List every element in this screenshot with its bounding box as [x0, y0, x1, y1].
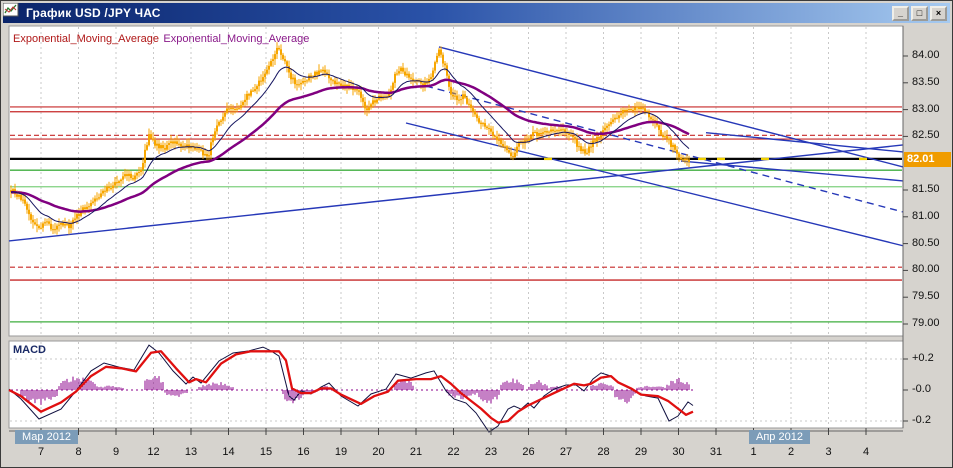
chart-app-icon — [3, 3, 22, 20]
x-axis-label: 2 — [787, 446, 795, 458]
x-axis-label: 27 — [559, 446, 573, 458]
x-axis-label: 15 — [259, 446, 273, 458]
x-axis-label: 29 — [634, 446, 648, 458]
x-axis-label: 9 — [112, 446, 120, 458]
x-axis-label: 20 — [372, 446, 385, 458]
main-chart-panel[interactable] — [8, 25, 904, 337]
chart-canvas[interactable] — [1, 1, 953, 468]
x-axis-label: 14 — [222, 446, 235, 458]
title-bar[interactable]: График USD /JPY ЧАС _ □ × — [3, 3, 950, 23]
y-axis-label: 80.00 — [912, 263, 940, 276]
chart-window: График USD /JPY ЧАС _ □ × Exponential_Mo… — [0, 0, 953, 468]
macd-axis-label: -0.0 — [912, 383, 931, 395]
y-axis-label: 79.00 — [912, 317, 940, 329]
x-axis-label: 3 — [825, 446, 832, 458]
macd-axis-label: +0.2 — [912, 352, 934, 364]
macd-axis-label: -0.2 — [912, 414, 931, 426]
x-axis-label: 26 — [522, 446, 535, 458]
current-price-badge: 82.01 — [904, 152, 951, 167]
maximize-button[interactable]: □ — [911, 5, 928, 21]
y-axis-label: 84.00 — [912, 49, 940, 61]
window-controls: _ □ × — [892, 5, 947, 21]
x-axis-label: 7 — [37, 446, 45, 458]
y-axis-label: 81.00 — [912, 209, 940, 222]
y-axis-label: 81.50 — [912, 183, 940, 195]
x-axis-label: 16 — [297, 446, 310, 458]
y-axis-label: 79.50 — [912, 290, 940, 303]
x-axis-label: 21 — [409, 446, 423, 458]
y-axis-label: 80.50 — [912, 236, 940, 249]
x-axis-label: 30 — [672, 446, 685, 458]
month-badge: Апр 2012 — [749, 430, 810, 444]
y-axis-label: 82.50 — [912, 129, 940, 142]
y-axis-label: 83.50 — [912, 75, 940, 88]
month-badge: Мар 2012 — [15, 430, 79, 444]
x-axis-label: 31 — [709, 446, 723, 458]
x-axis-label: 4 — [862, 446, 870, 458]
x-axis-label: 22 — [447, 446, 460, 458]
x-axis-label: 23 — [484, 446, 498, 458]
minimize-button[interactable]: _ — [892, 5, 909, 21]
y-axis-label: 83.00 — [912, 102, 940, 115]
close-button[interactable]: × — [930, 5, 947, 21]
x-axis-label: 12 — [147, 446, 160, 458]
window-title: График USD /JPY ЧАС — [26, 6, 161, 20]
x-axis-label: 8 — [75, 446, 82, 458]
x-axis-label: 19 — [334, 446, 348, 458]
x-axis-label: 1 — [750, 446, 757, 458]
x-axis-label: 28 — [597, 446, 610, 458]
x-axis-label: 13 — [184, 446, 198, 458]
